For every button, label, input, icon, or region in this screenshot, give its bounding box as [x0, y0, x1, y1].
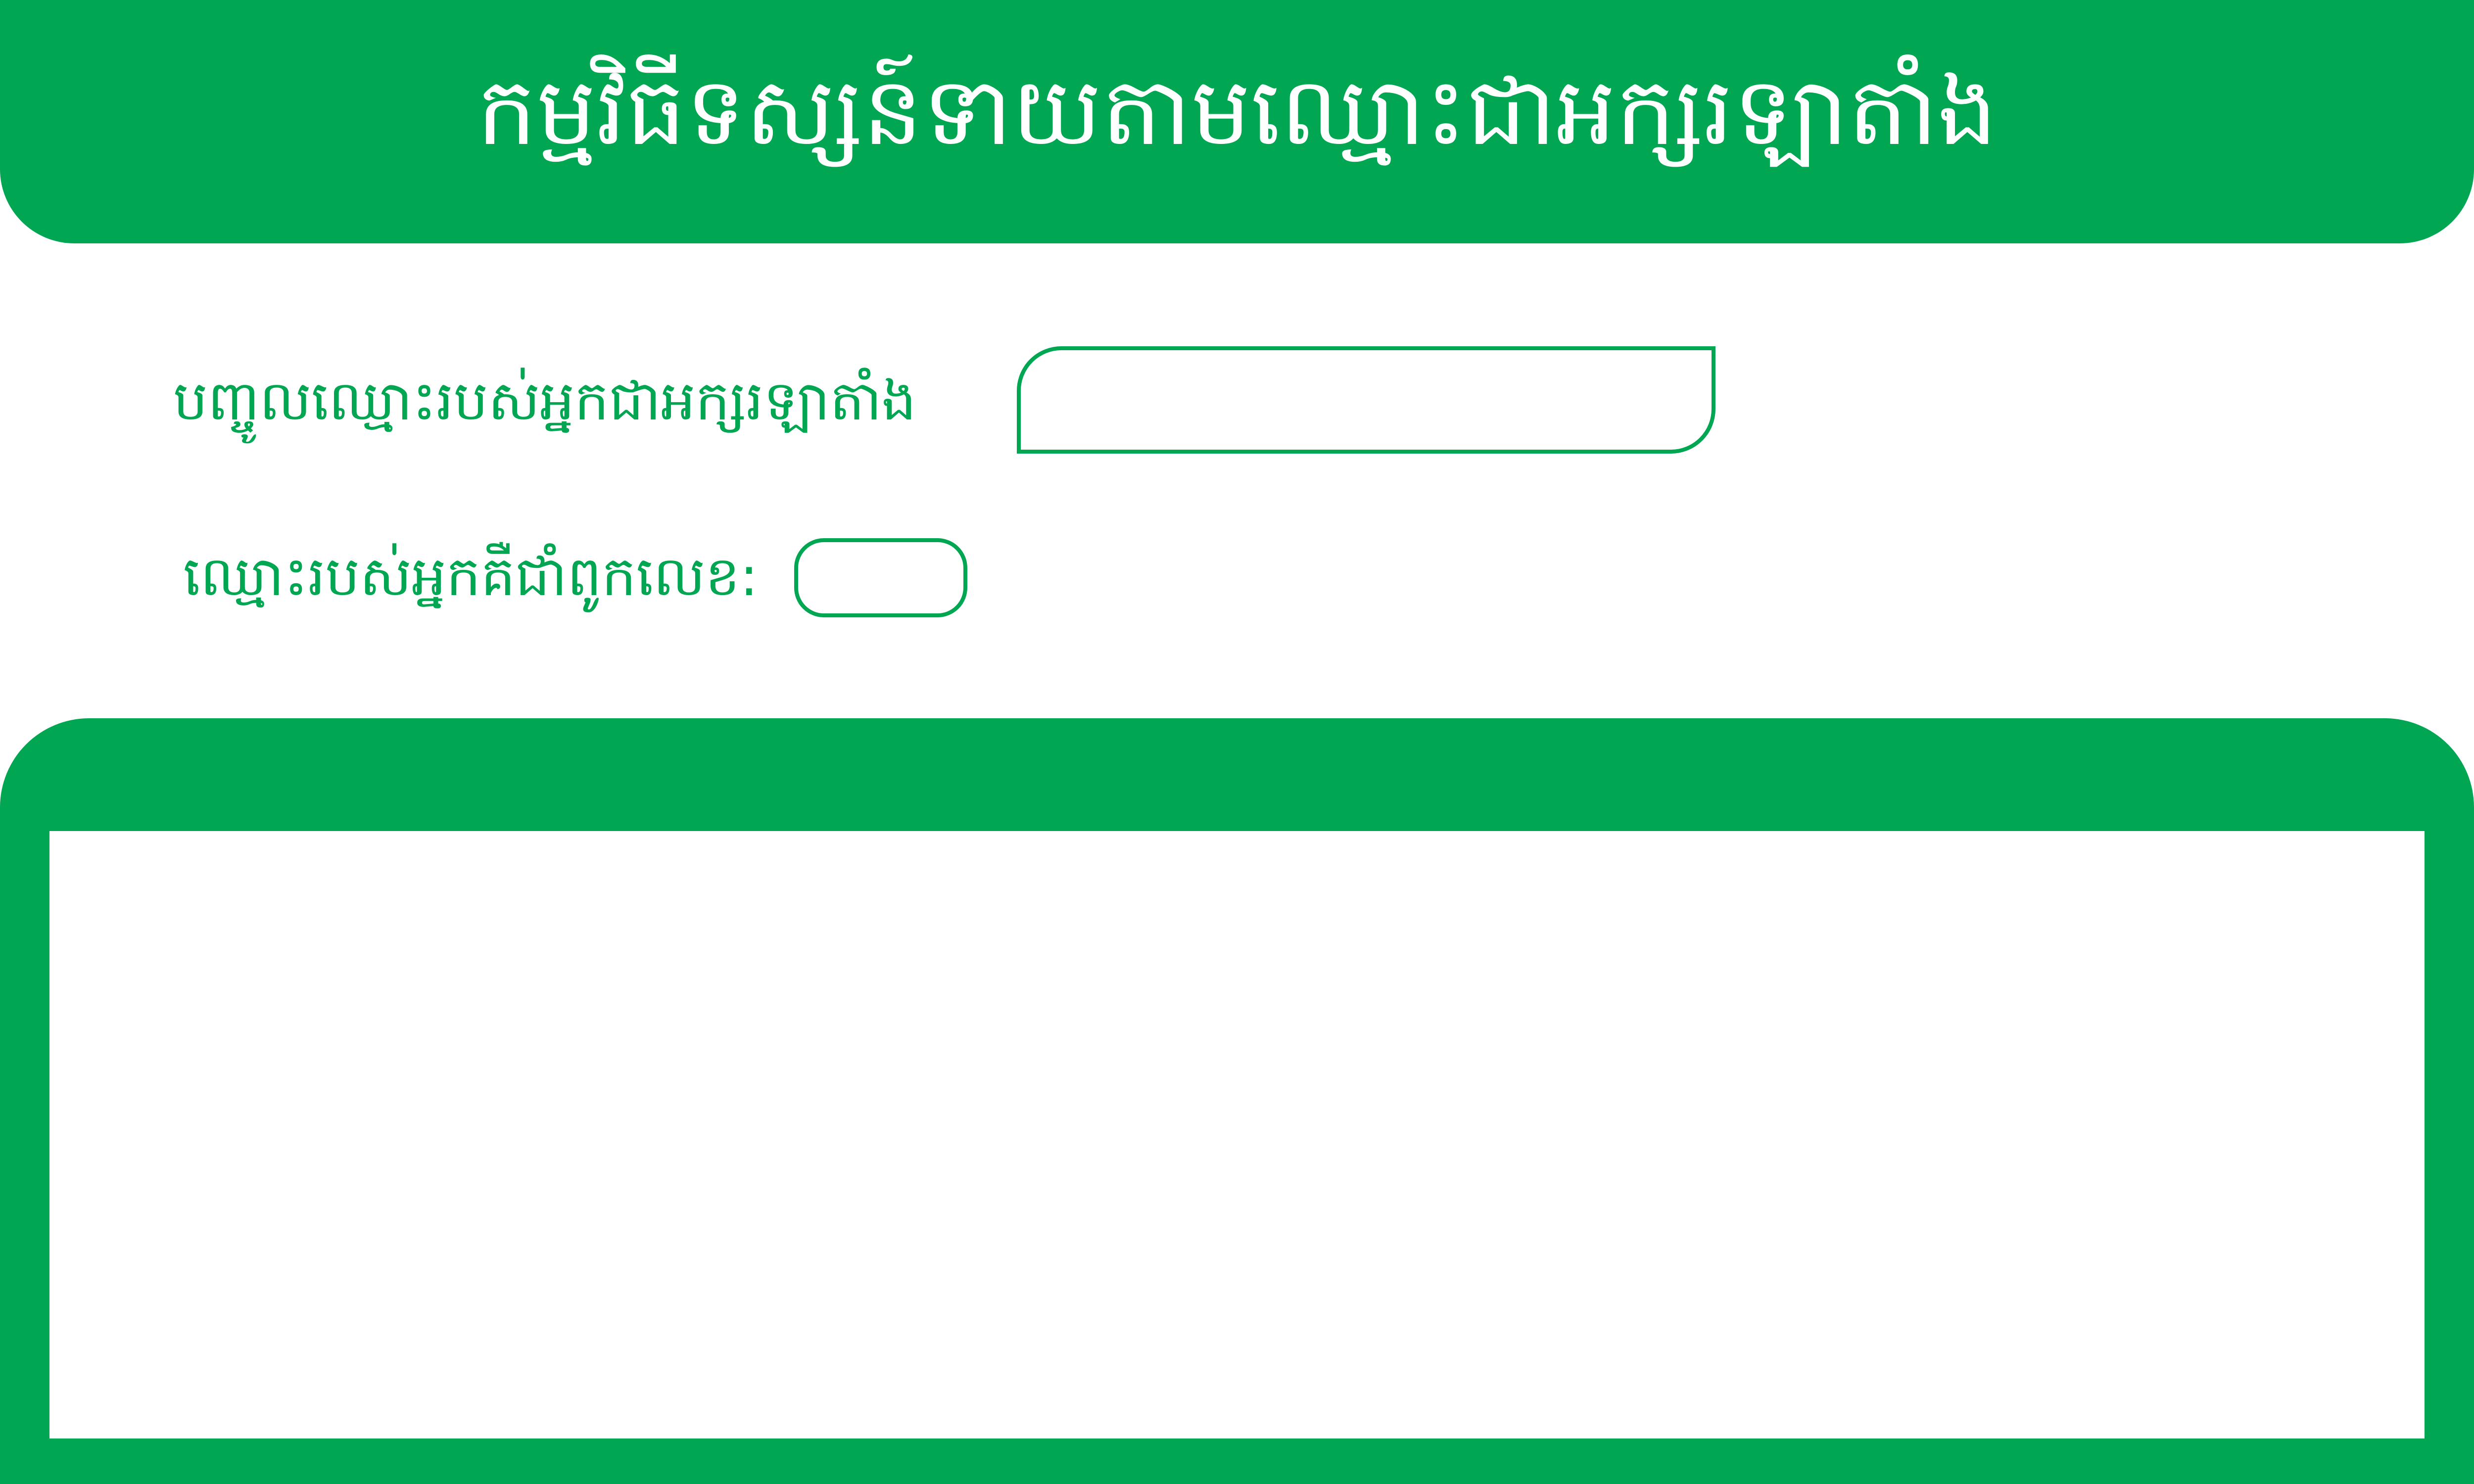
app-title: កម្មវិធីទស្សន៍ទាយតាមឈ្មោះជាអក្សរឡាតាំង — [476, 57, 1998, 166]
name-label: បញ្ចូលឈ្មោះរបស់អ្នកជាអក្សរឡាតាំង — [173, 369, 916, 432]
number-label: ឈ្មោះរបស់អ្នកគឺជាំពូកលេខ: — [183, 545, 759, 608]
title-bar: កម្មវិធីទស្សន៍ទាយតាមឈ្មោះជាអក្សរឡាតាំង — [0, 0, 2474, 243]
output-panel — [0, 718, 2474, 1484]
name-row: បញ្ចូលឈ្មោះរបស់អ្នកជាអក្សរឡាតាំង — [173, 346, 916, 455]
number-row: ឈ្មោះរបស់អ្នកគឺជាំពូកលេខ: — [183, 537, 758, 616]
latin-name-input[interactable] — [1017, 346, 1715, 454]
number-result-box — [794, 538, 967, 617]
prediction-output-area — [49, 831, 2425, 1438]
